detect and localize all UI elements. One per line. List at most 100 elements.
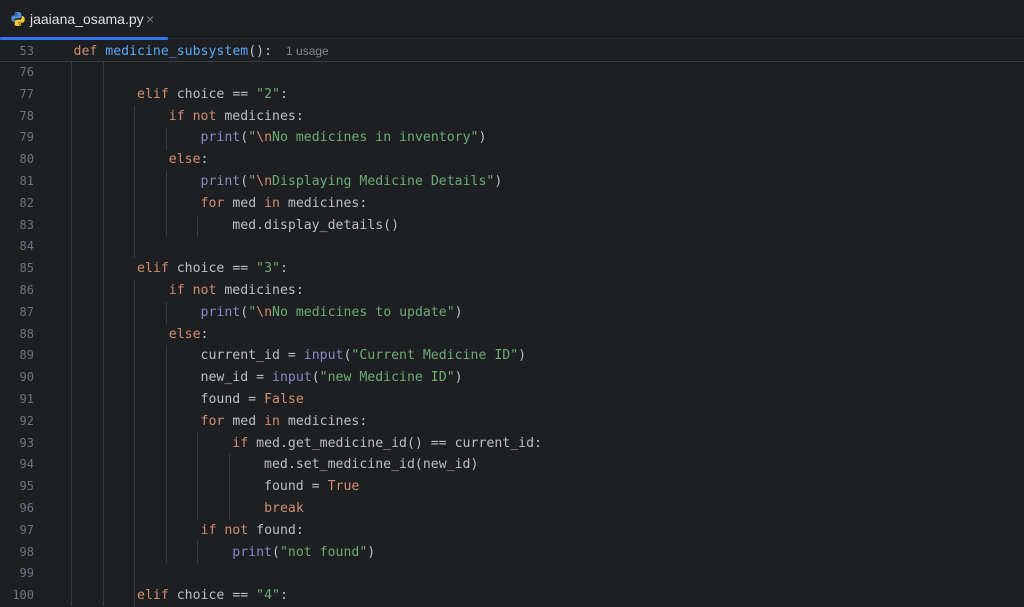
code-token: break — [264, 501, 304, 516]
line-number: 53 — [19, 44, 34, 58]
code-token: ) — [454, 304, 463, 320]
code-line: elif choice == "2": — [74, 84, 288, 106]
line-number: 82 — [19, 195, 34, 210]
code-token: medicines: — [279, 413, 368, 429]
line-number: 79 — [19, 130, 34, 145]
code-token: medicines: — [279, 195, 368, 211]
code-line-row[interactable]: 90 new_id = input("new Medicine ID") — [0, 367, 1024, 389]
code-line-row[interactable]: 92 for med in medicines: — [0, 411, 1024, 433]
code-line: def medicine_subsystem(): 1 usage — [73, 44, 329, 59]
code-line: med.display_details() — [73, 215, 400, 237]
code-token: "2" — [256, 86, 280, 102]
code-token: : — [279, 261, 288, 277]
code-line-row[interactable]: 96 break — [0, 498, 1024, 520]
code-token: True — [327, 479, 360, 495]
code-line: found = False — [74, 389, 304, 411]
code-line: elif choice == "4": — [74, 585, 288, 607]
code-token: "not found" — [279, 544, 368, 560]
code-token: ) — [478, 130, 487, 146]
line-number: 91 — [19, 392, 34, 406]
code-line-row[interactable]: 86 if not medicines: — [0, 280, 1024, 302]
code-token: if not — [168, 283, 217, 298]
sticky-function-header[interactable]: 53 def medicine_subsystem(): 1 usage — [0, 40, 1024, 62]
code-token: medicines: — [216, 108, 304, 124]
line-number: 85 — [19, 261, 34, 276]
line-number: 81 — [19, 174, 34, 188]
code-token: med.display_details() — [73, 217, 400, 233]
code-line: else: — [74, 149, 209, 171]
code-token: med — [224, 413, 265, 429]
code-token: ( — [311, 370, 320, 386]
code-line-row[interactable]: 89 current_id = input("Current Medicine … — [0, 345, 1024, 367]
code-token: \n — [256, 304, 273, 320]
python-file-icon — [11, 12, 25, 26]
code-line-row[interactable]: 85 elif choice == "3": — [0, 258, 1024, 280]
line-number: 78 — [19, 108, 34, 123]
code-token: found = — [73, 392, 265, 407]
line-number: 80 — [19, 152, 34, 167]
code-token: for — [200, 413, 225, 429]
code-token: ) — [518, 348, 527, 364]
code-line-row[interactable]: 95 found = True — [0, 476, 1024, 498]
code-token: medicines: — [216, 283, 304, 298]
code-token: " — [248, 174, 257, 189]
code-token: choice == — [168, 261, 257, 277]
code-line-row[interactable]: 97 if not found: — [0, 520, 1024, 542]
code-line: if not found: — [74, 520, 304, 542]
code-line-row[interactable]: 78 if not medicines: — [0, 106, 1024, 128]
code-token: print — [200, 304, 241, 320]
line-number: 83 — [19, 217, 34, 232]
code-line: print("not found") — [74, 542, 375, 564]
code-token: elif — [137, 86, 169, 102]
code-line: current_id = input("Current Medicine ID"… — [74, 345, 527, 367]
code-line-row[interactable]: 79 print("\nNo medicines in inventory") — [0, 127, 1024, 149]
code-line-row[interactable]: 80 else: — [0, 149, 1024, 171]
code-line-row[interactable]: 98 print("not found") — [0, 542, 1024, 564]
line-number: 100 — [12, 588, 34, 603]
code-editor[interactable]: 76 77 elif choice == "2": 78 if not medici… — [0, 62, 1024, 607]
code-line-row[interactable]: 87 print("\nNo medicines to update") — [0, 302, 1024, 324]
code-line: for med in medicines: — [74, 411, 368, 433]
line-number: 87 — [19, 304, 34, 319]
code-token: print — [200, 130, 241, 146]
code-token: current_id = — [73, 348, 304, 364]
line-number: 99 — [19, 566, 34, 581]
code-token: : — [279, 86, 288, 102]
code-token: "new Medicine ID" — [319, 370, 455, 386]
code-line-row[interactable]: 77 elif choice == "2": — [0, 84, 1024, 106]
code-token: ( — [272, 544, 280, 560]
code-token: input — [272, 370, 312, 386]
code-token: else — [168, 152, 201, 168]
line-number: 90 — [19, 370, 34, 385]
code-line-row[interactable]: 84 — [0, 236, 1024, 258]
close-icon[interactable]: × — [146, 11, 154, 27]
file-tab[interactable]: jaaiana_osama.py × — [0, 0, 168, 40]
code-line-row[interactable]: 76 — [0, 62, 1024, 84]
code-token: print — [232, 544, 272, 560]
code-line-row[interactable]: 81 print("\nDisplaying Medicine Details"… — [0, 171, 1024, 193]
code-line: print("\nNo medicines to update") — [74, 302, 463, 324]
usage-hint[interactable]: 1 usage — [286, 44, 329, 58]
code-line-row[interactable]: 99 — [0, 563, 1024, 585]
code-token: for — [200, 195, 225, 211]
code-token: found = — [73, 479, 328, 495]
code-line-row[interactable]: 93 if med.get_medicine_id() == current_i… — [0, 433, 1024, 455]
code-token: No medicines in inventory" — [272, 130, 479, 146]
code-line-row[interactable]: 91 found = False — [0, 389, 1024, 411]
code-line-row[interactable]: 88 else: — [0, 324, 1024, 346]
code-line-row[interactable]: 100 elif choice == "4": — [0, 585, 1024, 607]
code-line: new_id = input("new Medicine ID") — [74, 367, 463, 389]
code-token: " — [248, 304, 257, 320]
code-line-row[interactable]: 82 for med in medicines: — [0, 193, 1024, 215]
code-token: input — [303, 348, 344, 364]
code-line-row[interactable]: 94 med.set_medicine_id(new_id) — [0, 454, 1024, 476]
code-line-row[interactable]: 83 med.display_details() — [0, 215, 1024, 237]
